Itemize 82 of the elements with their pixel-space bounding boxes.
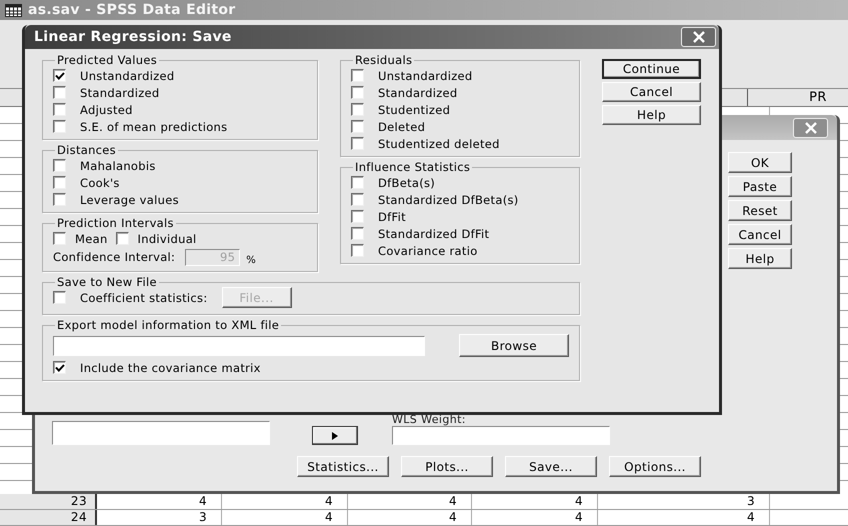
dialog-button[interactable]: Plots... [401, 456, 493, 477]
close-button[interactable] [793, 118, 828, 138]
move-button[interactable] [312, 426, 358, 445]
checkbox[interactable] [53, 86, 66, 99]
dialog-button[interactable]: Paste [728, 176, 792, 197]
dialog-button[interactable]: Continue [602, 59, 701, 79]
dialog-button[interactable]: Help [728, 248, 792, 269]
checkbox[interactable] [53, 103, 66, 116]
checkbox[interactable] [351, 69, 364, 82]
checkbox-label: DfFit [378, 210, 406, 224]
close-icon [804, 122, 818, 134]
checkbox-label: Deleted [378, 120, 426, 134]
checkbox[interactable] [53, 69, 66, 82]
dialog-button[interactable]: Reset [728, 200, 792, 221]
checkbox[interactable] [53, 120, 66, 133]
checkbox[interactable] [351, 120, 364, 133]
table-cell: 4 [348, 510, 472, 525]
group-title: Predicted Values [56, 54, 158, 67]
checkbox[interactable] [351, 103, 364, 116]
checkbox-label: Standardized DfBeta(s) [378, 192, 519, 206]
table-cell: 3 [97, 510, 222, 525]
checkbox-label: S.E. of mean predictions [80, 120, 228, 134]
checkbox-label: Cook's [80, 176, 120, 190]
dialog-button[interactable]: Cancel [728, 224, 792, 245]
dialog-button[interactable]: OK [728, 152, 792, 173]
field-label: Confidence Interval: [53, 250, 176, 264]
checkbox-label: Standardized [378, 86, 458, 100]
row-number: 23 [0, 494, 97, 509]
close-button[interactable] [681, 27, 716, 47]
checkbox-label: Standardized [80, 86, 160, 100]
dialog-button[interactable]: Cancel [602, 82, 701, 102]
unit-label: % [246, 254, 256, 266]
checkbox-label: Adjusted [80, 102, 133, 116]
field-label: WLS Weight: [392, 414, 467, 426]
dialog-button[interactable]: Save... [505, 456, 597, 477]
checkbox[interactable] [351, 210, 364, 223]
checkbox-label: DfBeta(s) [378, 176, 436, 190]
input-field[interactable] [53, 336, 425, 356]
checkbox-label: Individual [138, 232, 197, 246]
browse-button[interactable]: Browse [459, 334, 569, 357]
group-title: Distances [56, 144, 117, 157]
close-icon [692, 31, 706, 43]
group-title: Save to New File [56, 276, 158, 289]
checkbox[interactable] [53, 361, 66, 374]
checkbox[interactable] [351, 137, 364, 150]
checkbox-label: Unstandardized [80, 68, 175, 82]
checkbox-label: Unstandardized [378, 68, 473, 82]
checkbox[interactable] [351, 176, 364, 189]
group-title: Prediction Intervals [56, 217, 175, 230]
checkbox-label: Standardized DfFit [378, 226, 490, 240]
checkbox-label: Covariance ratio [378, 244, 478, 258]
group-title: Residuals [354, 54, 414, 67]
checkbox[interactable] [53, 193, 66, 206]
table-cell: 4 [598, 510, 770, 525]
spreadsheet-icon [5, 4, 22, 16]
checkbox[interactable] [351, 244, 364, 257]
checkbox[interactable] [351, 86, 364, 99]
group-title: Export model information to XML file [56, 319, 280, 332]
right-arrow-icon [332, 432, 338, 440]
list-box[interactable] [52, 421, 270, 445]
checkbox[interactable] [351, 193, 364, 206]
checkbox-label: Mean [75, 232, 108, 246]
column-header: PR [809, 90, 827, 105]
checkbox-label: Studentized [378, 102, 450, 116]
checkbox[interactable] [351, 227, 364, 240]
table-cell: 4 [472, 510, 598, 525]
checkbox[interactable] [53, 159, 66, 172]
checkbox-label: Include the covariance matrix [80, 360, 261, 374]
dialog-button[interactable]: Options... [609, 456, 701, 477]
input-field[interactable] [392, 426, 610, 445]
window-title: as.sav - SPSS Data Editor [28, 2, 236, 18]
row-number: 24 [0, 510, 97, 525]
checkbox-label: Studentized deleted [378, 136, 500, 150]
dialog-button[interactable]: Help [602, 105, 701, 125]
table-cell: 4 [222, 510, 348, 525]
window-title: Linear Regression: Save [34, 29, 232, 45]
checkbox[interactable] [53, 176, 66, 189]
checkbox-label: Mahalanobis [80, 158, 156, 172]
checkbox-label: Leverage values [80, 192, 179, 206]
group-title: Influence Statistics [354, 161, 472, 174]
dialog-button[interactable]: Statistics... [297, 456, 389, 477]
checkbox-label: Coefficient statistics: [80, 290, 208, 304]
